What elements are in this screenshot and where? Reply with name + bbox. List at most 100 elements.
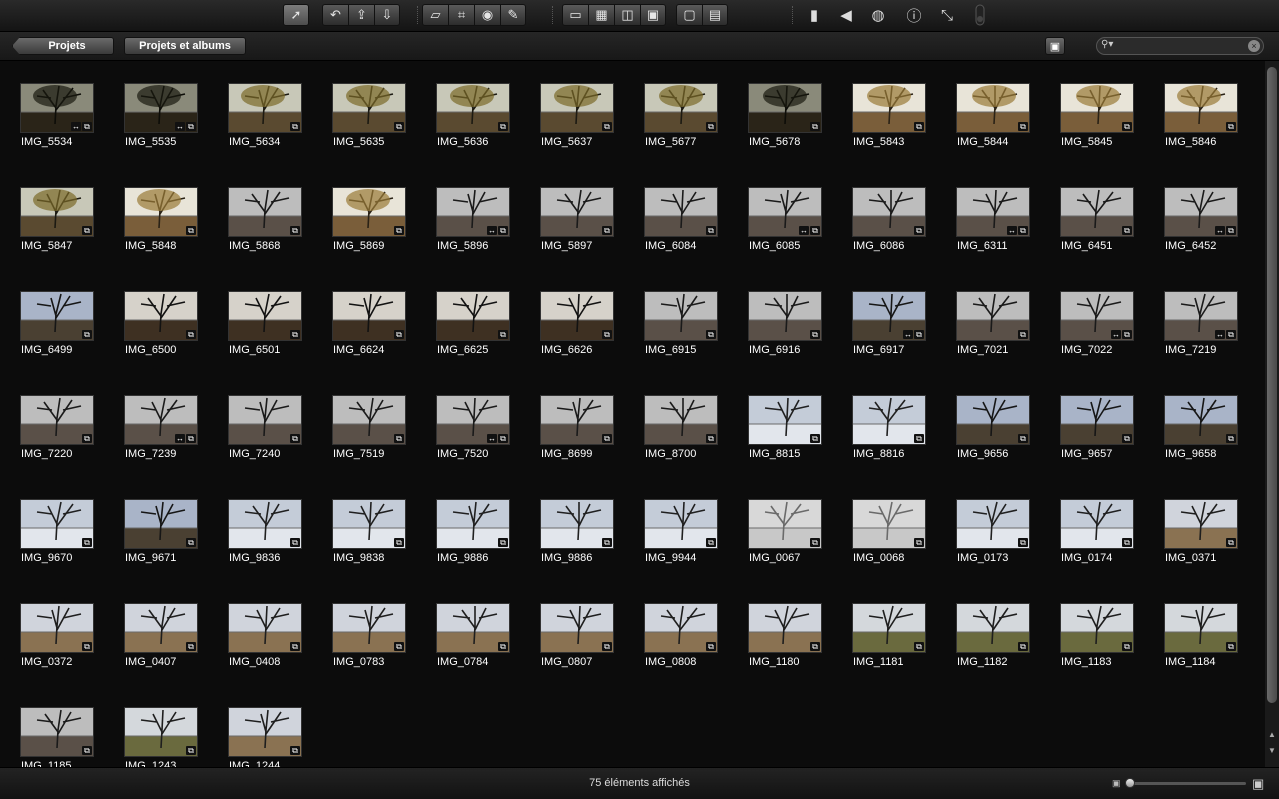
photo-item[interactable]: ⧉ IMG_0174 [1040,477,1144,581]
photo-item[interactable]: ⧉ IMG_1183 [1040,581,1144,685]
photo-thumbnail[interactable]: ⧉ [228,187,302,237]
photo-item[interactable]: ↔ ⧉ IMG_7239 [104,373,208,477]
photo-item[interactable]: ⧉ IMG_7519 [312,373,416,477]
photo-item[interactable]: ⧉ IMG_1185 [0,685,104,767]
photo-thumbnail[interactable]: ⧉ [1164,395,1238,445]
projects-and-albums-button[interactable]: Projets et albums [124,37,246,55]
red-eye-button[interactable]: ◉ [474,4,500,26]
fullscreen-icon[interactable]: ⤡ [935,4,959,26]
photo-item[interactable]: ↔ ⧉ IMG_5896 [416,165,520,269]
photo-item[interactable]: ⧉ IMG_0807 [520,581,624,685]
photo-thumbnail[interactable]: ⧉ [852,83,926,133]
photo-thumbnail[interactable]: ⧉ [20,187,94,237]
photo-thumbnail[interactable]: ⧉ [748,291,822,341]
photo-item[interactable]: ⧉ IMG_1180 [728,581,832,685]
photo-thumbnail[interactable]: ⧉ [332,499,406,549]
photo-thumbnail[interactable]: ⧉ [20,499,94,549]
crop-button[interactable]: ⌗ [448,4,474,26]
photo-thumbnail[interactable]: ⧉ [332,83,406,133]
photo-thumbnail[interactable]: ⧉ [436,603,510,653]
photo-item[interactable]: ⧉ IMG_9944 [624,477,728,581]
photo-thumbnail[interactable]: ⧉ [1060,395,1134,445]
photo-item[interactable]: ⧉ IMG_1243 [104,685,208,767]
photo-thumbnail[interactable]: ⧉ [644,603,718,653]
photo-thumbnail[interactable]: ⧉ [852,499,926,549]
photo-thumbnail[interactable]: ⧉ [228,707,302,757]
photo-item[interactable]: ⧉ IMG_5636 [416,61,520,165]
photo-item[interactable]: ⧉ IMG_0407 [104,581,208,685]
brush-button[interactable]: ✎ [500,4,526,26]
photo-item[interactable]: ⧉ IMG_0372 [0,581,104,685]
photo-item[interactable]: ⧉ IMG_6624 [312,269,416,373]
photo-item[interactable]: ↔ ⧉ IMG_5534 [0,61,104,165]
photo-item[interactable]: ⧉ IMG_5897 [520,165,624,269]
photo-item[interactable]: ⧉ IMG_6499 [0,269,104,373]
photo-item[interactable]: ⧉ IMG_0784 [416,581,520,685]
photo-item[interactable]: ⧉ IMG_9886 [416,477,520,581]
photo-thumbnail[interactable]: ⧉ [540,83,614,133]
thumbnail-size-slider-knob[interactable] [1125,778,1135,788]
photo-thumbnail[interactable]: ↔ ⧉ [1164,187,1238,237]
photo-thumbnail[interactable]: ⧉ [20,707,94,757]
lift-button[interactable]: ⇪ [348,4,374,26]
photo-thumbnail[interactable]: ⧉ [1060,499,1134,549]
photo-item[interactable]: ⧉ IMG_6500 [104,269,208,373]
photo-thumbnail[interactable]: ⧉ [956,395,1030,445]
photo-thumbnail[interactable]: ⧉ [124,291,198,341]
stamp-button[interactable]: ⇩ [374,4,400,26]
photo-item[interactable]: ⧉ IMG_0783 [312,581,416,685]
photo-thumbnail[interactable]: ⧉ [124,499,198,549]
photo-item[interactable]: ⧉ IMG_5843 [832,61,936,165]
photo-thumbnail[interactable]: ↔ ⧉ [852,291,926,341]
photo-item[interactable]: ↔ ⧉ IMG_7520 [416,373,520,477]
photo-item[interactable]: ⧉ IMG_0408 [208,581,312,685]
photo-item[interactable]: ⧉ IMG_5847 [0,165,104,269]
photo-item[interactable]: ⧉ IMG_0173 [936,477,1040,581]
photo-item[interactable]: ⧉ IMG_6915 [624,269,728,373]
back-to-projects-button[interactable]: Projets [12,37,114,55]
photo-thumbnail[interactable]: ⧉ [228,395,302,445]
photo-item[interactable]: ⧉ IMG_9658 [1144,373,1248,477]
photo-item[interactable]: ⧉ IMG_1244 [208,685,312,767]
photo-thumbnail[interactable]: ⧉ [20,395,94,445]
photo-item[interactable]: ⧉ IMG_8815 [728,373,832,477]
photo-item[interactable]: ⧉ IMG_9836 [208,477,312,581]
large-thumbnail-icon[interactable]: ▣ [1252,776,1264,792]
photo-item[interactable]: ⧉ IMG_0371 [1144,477,1248,581]
photo-thumbnail[interactable]: ⧉ [540,291,614,341]
photo-item[interactable]: ⧉ IMG_5678 [728,61,832,165]
photo-item[interactable]: ⧉ IMG_7021 [936,269,1040,373]
search-input[interactable] [1115,39,1245,53]
photo-thumbnail[interactable]: ⧉ [852,395,926,445]
clear-search-icon[interactable]: × [1248,40,1260,52]
photo-item[interactable]: ⧉ IMG_5635 [312,61,416,165]
photo-thumbnail[interactable]: ⧉ [332,603,406,653]
web-gallery-button[interactable]: ◫ [614,4,640,26]
photo-thumbnail[interactable]: ⧉ [644,291,718,341]
photo-item[interactable]: ⧉ IMG_6084 [624,165,728,269]
photo-item[interactable]: ⧉ IMG_8699 [520,373,624,477]
photo-item[interactable]: ⧉ IMG_5634 [208,61,312,165]
photo-item[interactable]: ↔ ⧉ IMG_6311 [936,165,1040,269]
photo-item[interactable]: ⧉ IMG_6501 [208,269,312,373]
photo-thumbnail[interactable]: ⧉ [436,499,510,549]
inspector-icon[interactable]: ▮ [802,4,826,26]
photo-item[interactable]: ⧉ IMG_9656 [936,373,1040,477]
slideshow-button[interactable]: ▭ [562,4,588,26]
photo-thumbnail[interactable]: ⧉ [228,83,302,133]
photo-thumbnail[interactable]: ⧉ [1060,187,1134,237]
light-table-button[interactable]: ▦ [588,4,614,26]
scroll-down-icon[interactable]: ▼ [1265,745,1279,757]
photo-thumbnail[interactable]: ⧉ [540,395,614,445]
photo-thumbnail[interactable]: ⧉ [124,603,198,653]
photo-thumbnail[interactable]: ⧉ [1060,83,1134,133]
photo-thumbnail[interactable]: ⧉ [436,291,510,341]
photo-thumbnail[interactable]: ↔ ⧉ [748,187,822,237]
photo-item[interactable]: ↔ ⧉ IMG_6452 [1144,165,1248,269]
photo-thumbnail[interactable]: ⧉ [540,187,614,237]
photo-thumbnail[interactable]: ⧉ [956,291,1030,341]
photo-item[interactable]: ⧉ IMG_6916 [728,269,832,373]
photo-item[interactable]: ⧉ IMG_6626 [520,269,624,373]
photo-thumbnail[interactable]: ⧉ [540,499,614,549]
photo-item[interactable]: ↔ ⧉ IMG_7219 [1144,269,1248,373]
